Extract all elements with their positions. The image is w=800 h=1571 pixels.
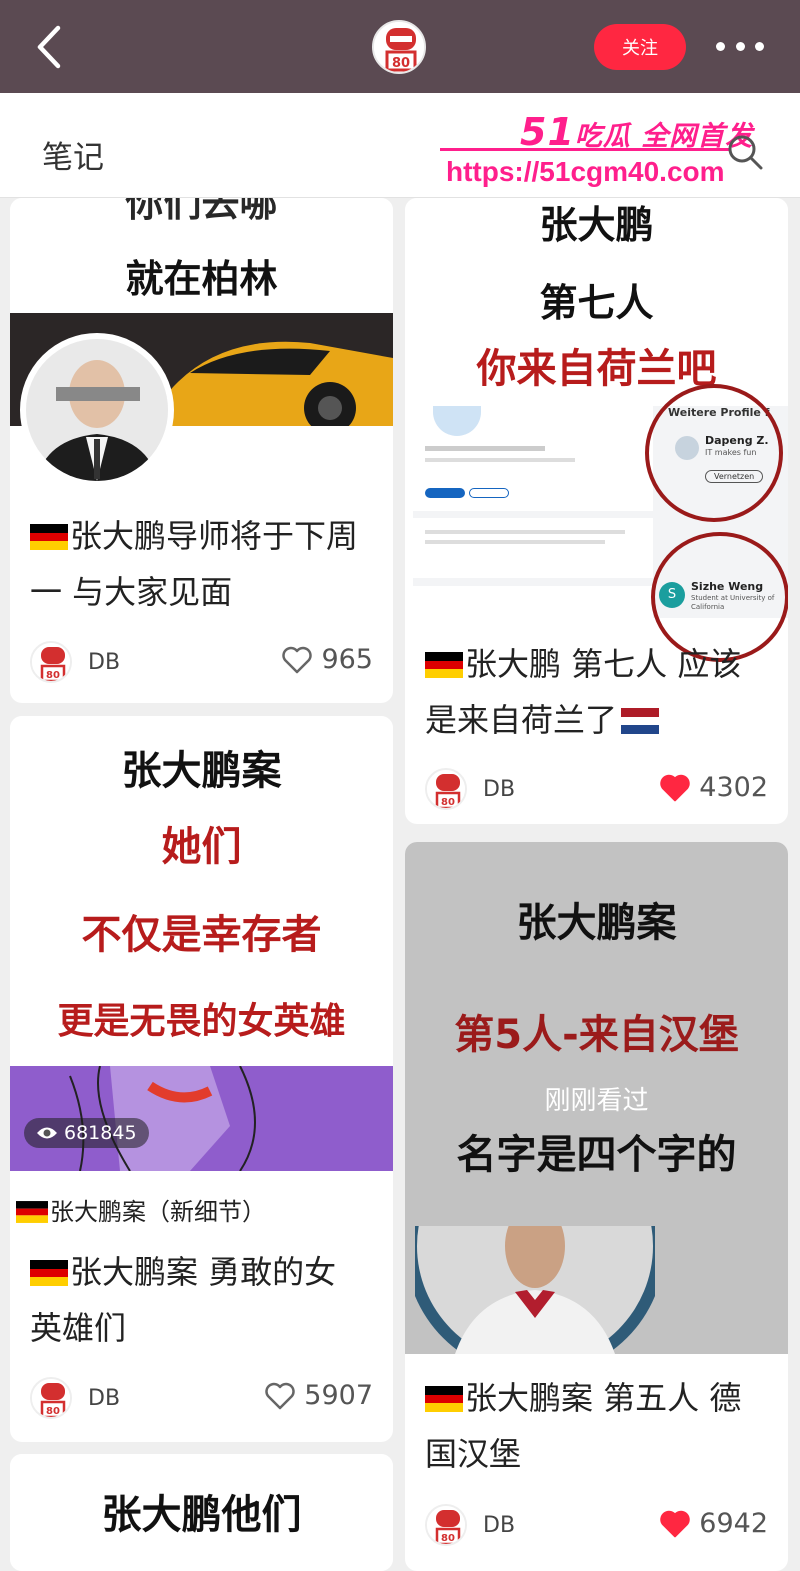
svg-text:80: 80 (46, 1406, 60, 1417)
cover-text: 第5人-来自汉堡 (454, 1012, 739, 1058)
cover-text: 更是无畏的女英雄 (57, 1001, 346, 1042)
cover-profile-name: Sizhe Weng (691, 580, 764, 593)
author-name[interactable]: DB (483, 1513, 515, 1538)
like-count: 5907 (304, 1380, 373, 1411)
viewed-label: 刚刚看过 (544, 1086, 649, 1116)
svg-text:80: 80 (441, 1533, 455, 1544)
like-button[interactable]: 965 (281, 644, 373, 675)
cover-text: 不仅是幸存者 (81, 912, 322, 958)
view-count: 681845 (64, 1122, 137, 1144)
note-title: 张大鹏案 勇敢的女 英雄们 (30, 1253, 337, 1347)
note-card[interactable]: 张大鹏案 她们 不仅是幸存者 更是无畏的女英雄 681845 张大鹏案（新细节）… (10, 716, 393, 1442)
author-name[interactable]: DB (88, 650, 120, 675)
author-avatar[interactable]: 80 (30, 641, 72, 683)
cover-text: 你们去哪 (125, 198, 278, 225)
watermark-url: https://51cgm40.com (446, 156, 725, 187)
heart-filled-icon (660, 1510, 691, 1537)
note-card[interactable]: 张大鹏他们 (10, 1454, 393, 1571)
heart-filled-icon (660, 774, 691, 801)
eye-icon (37, 1127, 57, 1139)
tab-notes[interactable]: 笔记 (42, 132, 104, 177)
author-name[interactable]: DB (483, 777, 515, 802)
cover-text: 张大鹏案 (121, 748, 282, 794)
view-count-badge: 681845 (24, 1118, 149, 1148)
watermark-line (440, 148, 730, 151)
profile-avatar[interactable]: 80 (372, 20, 426, 74)
heart-outline-icon (265, 1382, 296, 1409)
cover-portrait (415, 1226, 655, 1354)
profile-avatar-text: 80 (392, 56, 410, 71)
germany-flag-icon (30, 524, 68, 550)
author-name[interactable]: DB (88, 1386, 120, 1411)
cover-linkedin-screenshot: Weitere Profile f Dapeng Z. IT makes fun… (413, 384, 788, 662)
note-title: 张大鹏导师将于下周 一 与大家见面 (30, 517, 359, 611)
heart-outline-icon (282, 646, 313, 673)
note-cover: 张大鹏他们 (10, 1454, 393, 1571)
top-bar: 80 关注 (0, 0, 800, 93)
author-avatar[interactable]: 80 (425, 768, 467, 810)
like-count: 4302 (699, 772, 768, 803)
cover-text: 第七人 (539, 281, 654, 325)
cover-portrait (20, 333, 174, 487)
cover-text: 名字是四个字的 (456, 1132, 737, 1178)
like-button[interactable]: 5907 (264, 1380, 373, 1411)
author-avatar[interactable]: 80 (30, 1377, 72, 1419)
netherlands-flag-icon (621, 708, 660, 734)
cover-text: 她们 (161, 824, 242, 870)
note-tag-line: 张大鹏案（新细节） (16, 1192, 266, 1227)
more-options-icon[interactable] (716, 40, 764, 52)
author-avatar[interactable]: 80 (425, 1504, 467, 1546)
back-icon[interactable] (30, 22, 70, 72)
like-button[interactable]: 6942 (659, 1508, 768, 1539)
note-card[interactable]: 张大鹏案 第5人-来自汉堡 刚刚看过 名字是四个字的 张大鹏案 第五人 德 国汉… (405, 842, 788, 1571)
cover-text: 张大鹏他们 (101, 1492, 302, 1538)
note-title: 张大鹏 第七人 应该 是来自荷兰了 (425, 645, 742, 739)
like-count: 965 (321, 644, 373, 675)
cover-profile-name: Dapeng Z. (705, 434, 769, 447)
note-cover: 张大鹏案 第5人-来自汉堡 刚刚看过 名字是四个字的 (405, 842, 788, 1354)
note-card[interactable]: 你们去哪 就在柏林 张大鹏导师将于下周 一 与大家见面 80 DB 965 (10, 198, 393, 703)
cover-text: 张大鹏案 (516, 900, 677, 946)
follow-button[interactable]: 关注 (594, 24, 686, 70)
cover-profile-sub: Student at University of California (691, 594, 775, 611)
cover-text: 张大鹏 (539, 203, 654, 247)
note-cover: 张大鹏案 她们 不仅是幸存者 更是无畏的女英雄 (10, 716, 393, 1172)
like-button[interactable]: 4302 (659, 772, 768, 803)
note-cover: 张大鹏 第七人 你来自荷兰吧 Weitere Profile f Dapeng … (405, 198, 788, 662)
germany-flag-icon (425, 1386, 463, 1412)
cover-profile-button: Vernetzen (705, 470, 764, 483)
search-icon[interactable] (726, 133, 764, 171)
germany-flag-icon (30, 1260, 68, 1286)
cover-profile-sub: IT makes fun (705, 448, 757, 457)
like-count: 6942 (699, 1508, 768, 1539)
note-card[interactable]: 张大鹏 第七人 你来自荷兰吧 Weitere Profile f Dapeng … (405, 198, 788, 824)
note-title: 张大鹏案 第五人 德 国汉堡 (425, 1379, 742, 1473)
cover-text: 就在柏林 (125, 257, 278, 301)
svg-text:80: 80 (46, 670, 60, 681)
germany-flag-icon (425, 652, 463, 678)
germany-flag-icon (16, 1201, 48, 1223)
note-cover: 你们去哪 就在柏林 (10, 198, 393, 487)
svg-text:80: 80 (441, 797, 455, 808)
